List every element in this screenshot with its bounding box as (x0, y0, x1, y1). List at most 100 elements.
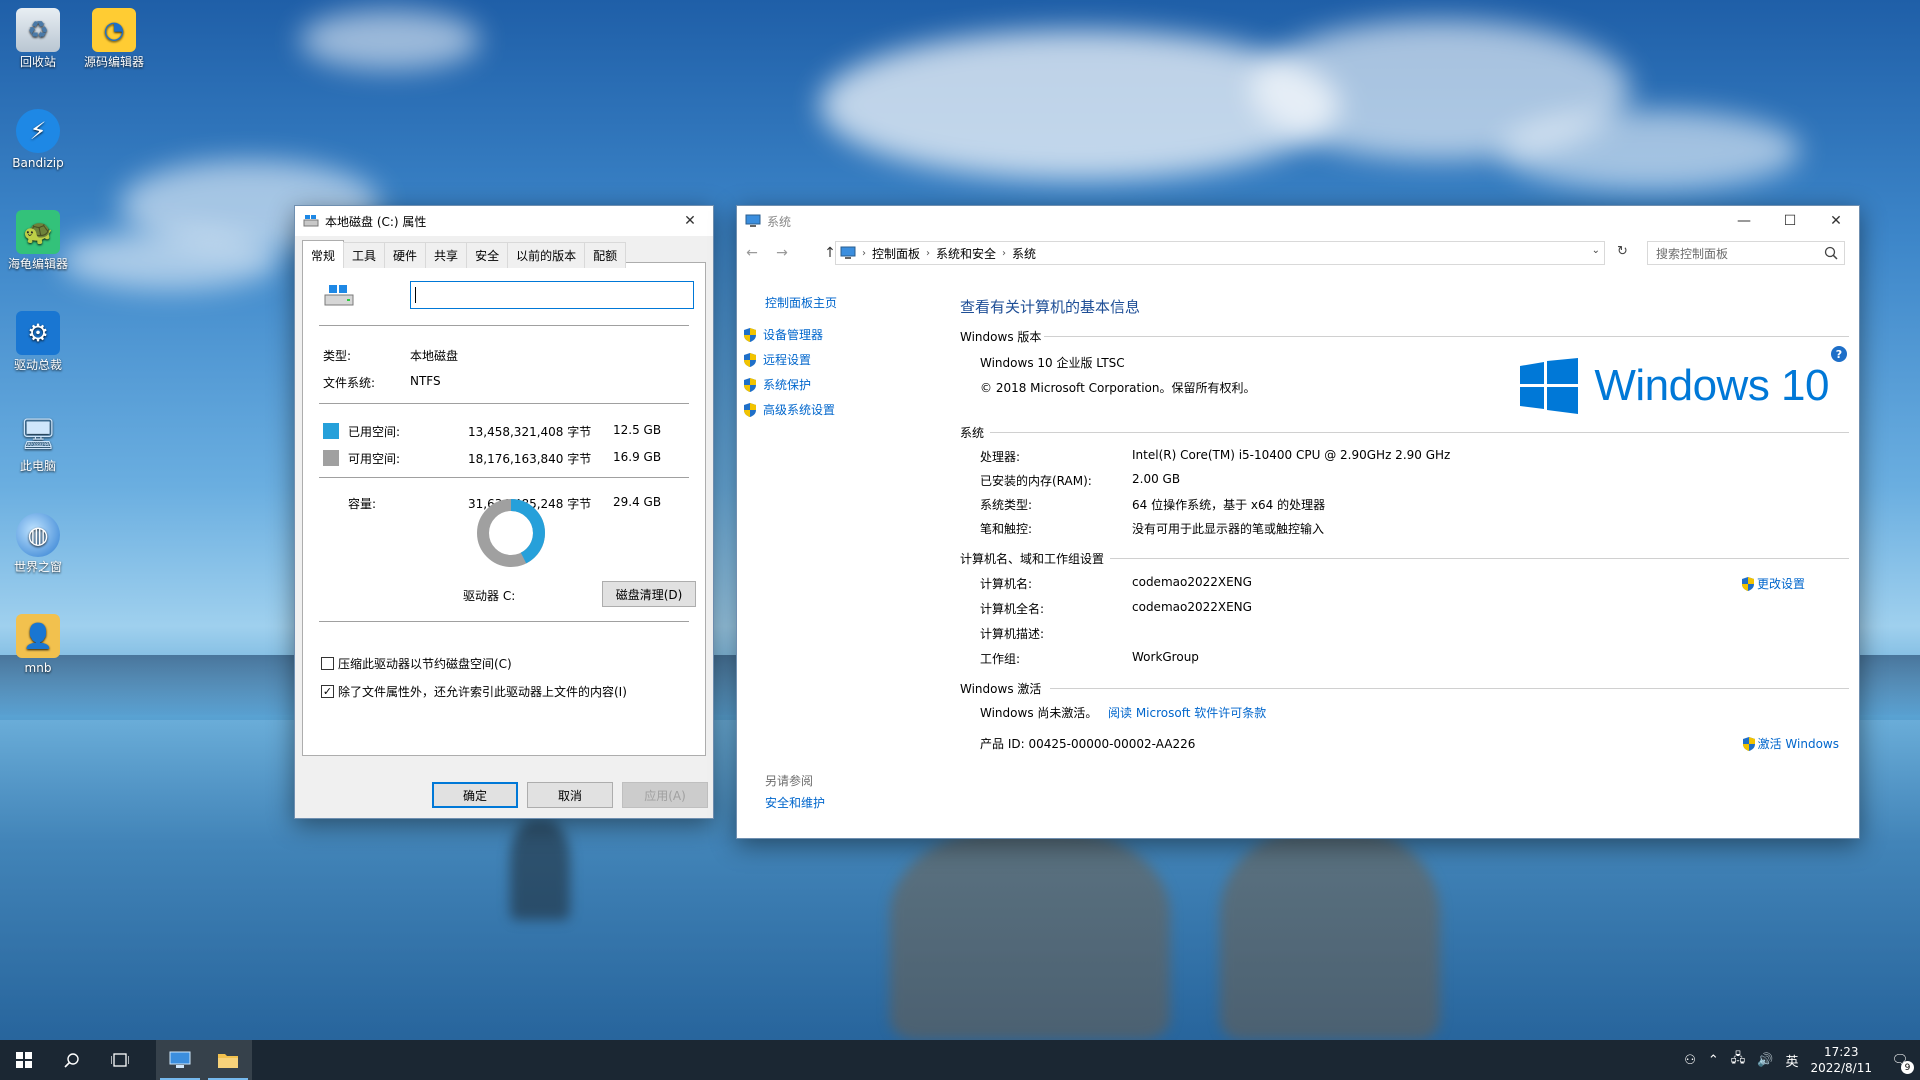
taskbar-file-explorer[interactable] (204, 1040, 252, 1080)
input-method-indicator[interactable]: 英 (1785, 1051, 1798, 1070)
uac-shield-icon (744, 327, 756, 342)
drive-large-icon (324, 285, 354, 306)
desktop-icon-bandizip[interactable]: ⚡ Bandizip (1, 109, 75, 170)
tab-general[interactable]: 常规 (302, 240, 345, 268)
desktop-icon-theworld-browser[interactable]: ◍ 世界之窗 (1, 513, 75, 574)
chevron-right-icon: › (862, 247, 866, 259)
tab-tools[interactable]: 工具 (343, 242, 386, 268)
compress-checkbox-box[interactable] (321, 657, 334, 670)
driver-manager-icon: ⚙ (16, 311, 60, 355)
chevron-right-icon: › (1002, 247, 1007, 259)
back-arrow-icon[interactable]: ← (737, 245, 767, 261)
remote-settings-link[interactable]: 远程设置 (743, 351, 811, 368)
advanced-system-settings-link[interactable]: 高级系统设置 (743, 401, 835, 418)
desktop-icon-turtle-editor[interactable]: 🐢 海龟编辑器 (1, 210, 75, 271)
tab-quota[interactable]: 配额 (584, 242, 627, 268)
help-icon[interactable]: ? (1831, 346, 1847, 362)
tab-previous-versions[interactable]: 以前的版本 (507, 242, 586, 268)
chevron-up-icon[interactable]: ⌃ (1708, 1053, 1719, 1068)
license-terms-link[interactable]: 阅读 Microsoft 软件许可条款 (1108, 704, 1266, 721)
user-folder-icon: 👤 (16, 614, 60, 658)
clock[interactable]: 17:23 2022/8/11 (1810, 1044, 1872, 1076)
system-title: 系统 (767, 214, 792, 229)
desktop-icon-recycle-bin[interactable]: ♻ 回收站 (1, 8, 75, 69)
search-input[interactable]: 搜索控制面板 (1647, 241, 1845, 265)
task-view-button[interactable] (96, 1040, 144, 1080)
desktop-icon-driver-manager[interactable]: ⚙ 驱动总裁 (1, 311, 75, 372)
drive-name-input[interactable] (410, 281, 694, 309)
disk-cleanup-button[interactable]: 磁盘清理(D) (602, 581, 696, 607)
compress-checkbox[interactable]: 压缩此驱动器以节约磁盘空间(C) (321, 655, 512, 672)
system-protection-link[interactable]: 系统保护 (743, 376, 811, 393)
start-button[interactable] (0, 1040, 48, 1080)
remote-settings-label: 远程设置 (763, 353, 812, 367)
tab-sharing[interactable]: 共享 (425, 242, 468, 268)
divider (319, 621, 689, 622)
change-settings-link[interactable]: 更改设置 (1741, 575, 1805, 592)
tab-hardware[interactable]: 硬件 (384, 242, 427, 268)
search-placeholder: 搜索控制面板 (1656, 246, 1729, 261)
recycle-bin-icon: ♻ (16, 8, 60, 52)
close-icon[interactable]: ✕ (667, 206, 713, 236)
free-space-label: 可用空间: (348, 452, 401, 466)
breadcrumb-control-panel[interactable]: 控制面板 (872, 245, 920, 262)
ram-label: 已安装的内存(RAM): (980, 474, 1092, 488)
desktop-icon-code-editor[interactable]: ◔ 源码编辑器 (77, 8, 151, 69)
address-bar-row: ← → ↑ › 控制面板 › 系统和安全 › 系统 ⌄ ↻ 搜索控制面板 (737, 240, 1859, 266)
ok-button[interactable]: 确定 (432, 782, 518, 808)
index-checkbox[interactable]: ✓ 除了文件属性外，还允许索引此驱动器上文件的内容(I) (321, 683, 627, 700)
description-label: 计算机描述: (980, 627, 1045, 641)
search-icon[interactable] (1824, 246, 1838, 260)
network-icon[interactable]: 🖧 (1731, 1049, 1746, 1071)
pen-touch-value: 没有可用于此显示器的笔或触控输入 (1132, 522, 1325, 536)
index-checkbox-label: 除了文件属性外，还允许索引此驱动器上文件的内容(I) (338, 685, 627, 699)
security-maintenance-link[interactable]: 安全和维护 (765, 794, 825, 811)
props-titlebar[interactable]: 本地磁盘 (C:) 属性 ✕ (295, 206, 713, 236)
notification-center-button[interactable]: 🗨 9 (1880, 1040, 1920, 1080)
capacity-gb: 29.4 GB (613, 495, 662, 509)
device-manager-link[interactable]: 设备管理器 (743, 326, 823, 343)
taskbar-system-window[interactable] (156, 1040, 204, 1080)
maximize-icon[interactable]: ☐ (1767, 206, 1813, 236)
code-editor-icon: ◔ (92, 8, 136, 52)
free-space-bytes: 18,176,163,840 字节 (468, 452, 592, 466)
product-id: 产品 ID: 00425-00000-00002-AA226 (980, 737, 1196, 751)
cancel-button[interactable]: 取消 (527, 782, 613, 808)
people-icon[interactable]: ⚇ (1684, 1053, 1696, 1068)
forward-arrow-icon[interactable]: → (767, 245, 797, 261)
taskbar-search-button[interactable] (48, 1040, 96, 1080)
capacity-label: 容量: (348, 497, 377, 511)
windows-logo-icon (1520, 358, 1579, 414)
breadcrumb-system-security[interactable]: 系统和安全 (936, 245, 996, 262)
ram-value: 2.00 GB (1132, 472, 1181, 486)
clock-time: 17:23 (1823, 1045, 1859, 1059)
breadcrumb-system[interactable]: 系统 (1012, 245, 1036, 262)
drive-icon (303, 215, 319, 227)
address-bar[interactable]: › 控制面板 › 系统和安全 › 系统 ⌄ (835, 241, 1605, 265)
index-checkbox-box[interactable]: ✓ (321, 685, 334, 698)
refresh-icon[interactable]: ↻ (1617, 244, 1628, 259)
desktop-icon-mnb-folder[interactable]: 👤 mnb (1, 614, 75, 675)
close-icon[interactable]: ✕ (1813, 206, 1859, 236)
change-settings-label: 更改设置 (1756, 577, 1805, 591)
system-heading: 系统 (960, 426, 985, 440)
system-type-label: 系统类型: (980, 498, 1033, 512)
globe-icon: ◍ (16, 513, 60, 557)
chevron-down-icon[interactable]: ⌄ (1592, 245, 1600, 256)
control-panel-home-link[interactable]: 控制面板主页 (765, 294, 837, 311)
notification-count: 9 (1901, 1061, 1914, 1074)
minimize-icon[interactable]: — (1721, 206, 1767, 236)
desktop-icon-this-pc[interactable]: 🖥 此电脑 (1, 412, 75, 474)
system-titlebar[interactable]: 系统 — ☐ ✕ (737, 206, 1859, 236)
uac-shield-icon (1741, 576, 1754, 591)
activate-windows-link[interactable]: 激活 Windows (1742, 735, 1839, 752)
type-label: 类型: (323, 349, 352, 363)
volume-icon[interactable]: 🔊 (1757, 1053, 1773, 1068)
compress-checkbox-label: 压缩此驱动器以节约磁盘空间(C) (338, 657, 512, 671)
apply-button[interactable]: 应用(A) (622, 782, 708, 808)
folder-icon (218, 1054, 238, 1068)
windows10-logo: Windows 10 (1520, 358, 1829, 414)
pen-touch-label: 笔和触控: (980, 522, 1033, 536)
tab-security[interactable]: 安全 (466, 242, 509, 268)
workgroup-label: 工作组: (980, 652, 1021, 666)
